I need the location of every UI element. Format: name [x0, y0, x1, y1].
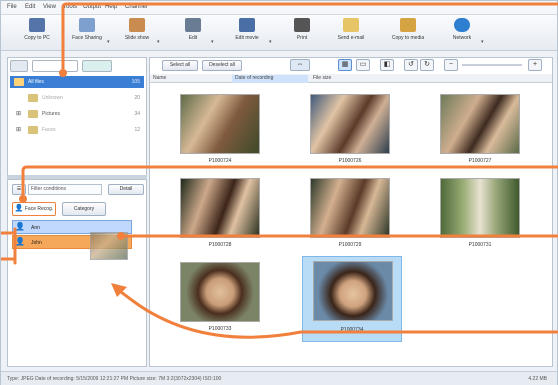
callout-dot: [59, 69, 67, 77]
callout-bracket: [1, 227, 17, 265]
app-window: File Edit View Tools Output Help Channel…: [0, 0, 558, 385]
callout-dot: [117, 232, 125, 240]
drag-arrow: [115, 287, 303, 339]
annotation-overlay: [1, 2, 558, 339]
callout-line-face-tab: [21, 165, 558, 201]
callout-line-tree: [61, 2, 558, 75]
callout-dot: [19, 195, 27, 203]
